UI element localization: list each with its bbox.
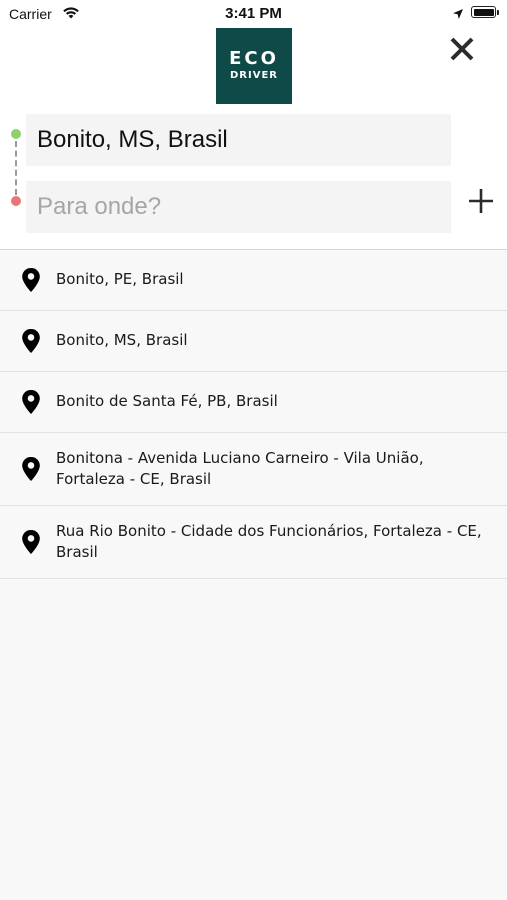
- result-item[interactable]: Bonito de Santa Fé, PB, Brasil: [0, 372, 507, 433]
- add-stop-button[interactable]: [466, 186, 496, 216]
- close-button[interactable]: [446, 33, 478, 65]
- location-arrow-icon: [452, 7, 464, 25]
- result-label: Bonitona - Avenida Luciano Carneiro - Vi…: [56, 449, 424, 488]
- result-item[interactable]: Bonito, PE, Brasil: [0, 250, 507, 311]
- result-item[interactable]: Bonitona - Avenida Luciano Carneiro - Vi…: [0, 433, 507, 506]
- destination-dot: [11, 196, 21, 206]
- map-pin-icon: [22, 530, 40, 554]
- battery-icon: [471, 6, 496, 18]
- status-time: 3:41 PM: [225, 5, 282, 22]
- result-label: Bonito, PE, Brasil: [56, 270, 184, 288]
- logo-text-eco: ECO: [229, 48, 279, 69]
- close-icon: [450, 37, 474, 61]
- route-connector-line: [15, 141, 17, 195]
- app-logo: ECO DRIVER: [216, 28, 292, 104]
- search-results-list: Bonito, PE, Brasil Bonito, MS, Brasil Bo…: [0, 250, 507, 579]
- result-label: Rua Rio Bonito - Cidade dos Funcionários…: [56, 522, 482, 561]
- map-pin-icon: [22, 457, 40, 481]
- map-pin-icon: [22, 390, 40, 414]
- result-item[interactable]: Rua Rio Bonito - Cidade dos Funcionários…: [0, 506, 507, 579]
- result-item[interactable]: Bonito, MS, Brasil: [0, 311, 507, 372]
- result-label: Bonito de Santa Fé, PB, Brasil: [56, 392, 278, 410]
- map-pin-icon: [22, 329, 40, 353]
- logo-text-driver: DRIVER: [230, 70, 278, 81]
- origin-input[interactable]: [26, 114, 451, 166]
- result-label: Bonito, MS, Brasil: [56, 331, 188, 349]
- status-bar: Carrier 3:41 PM: [0, 0, 507, 26]
- plus-icon: [469, 189, 493, 213]
- header-panel: Carrier 3:41 PM ECO DRIVER: [0, 0, 507, 250]
- destination-input[interactable]: [26, 181, 451, 233]
- map-pin-icon: [22, 268, 40, 292]
- origin-dot: [11, 129, 21, 139]
- battery-tip: [497, 10, 499, 15]
